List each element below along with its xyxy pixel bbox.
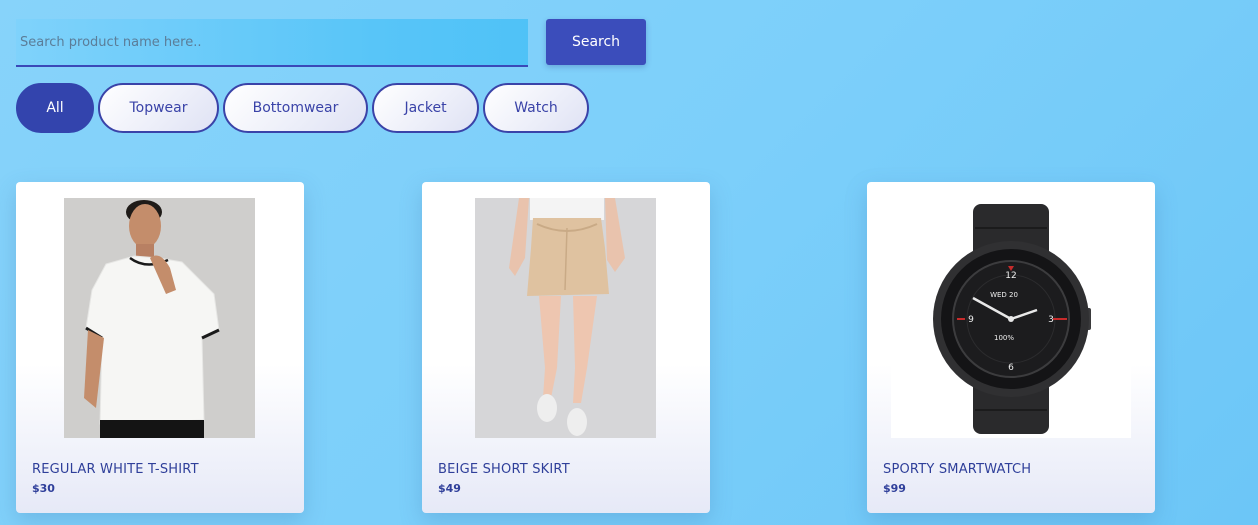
- product-image-tshirt: [64, 198, 255, 438]
- product-card[interactable]: BEIGE SHORT SKIRT $49: [422, 182, 710, 513]
- filter-jacket[interactable]: Jacket: [372, 83, 479, 133]
- filter-topwear[interactable]: Topwear: [98, 83, 219, 133]
- watch-numeral-6: 6: [1008, 363, 1014, 373]
- filter-bottomwear[interactable]: Bottomwear: [223, 83, 368, 133]
- product-title: REGULAR WHITE T-SHIRT: [32, 462, 199, 477]
- product-card[interactable]: 12 3 6 9 WED 20 100% SPORTY SMARTWATCH $…: [867, 182, 1155, 513]
- product-price: $49: [438, 482, 461, 495]
- watch-battery: 100%: [994, 334, 1014, 342]
- product-price: $99: [883, 482, 906, 495]
- product-card[interactable]: REGULAR WHITE T-SHIRT $30: [16, 182, 304, 513]
- tshirt-model-illustration: [64, 198, 255, 438]
- watch-date: WED 20: [990, 291, 1018, 299]
- watch-numeral-3: 3: [1048, 315, 1054, 325]
- search-bar: [16, 19, 528, 67]
- product-image-smartwatch: 12 3 6 9 WED 20 100%: [891, 198, 1131, 438]
- skirt-model-illustration: [475, 198, 656, 438]
- product-price: $30: [32, 482, 55, 495]
- product-title: BEIGE SHORT SKIRT: [438, 462, 570, 477]
- product-title: SPORTY SMARTWATCH: [883, 462, 1032, 477]
- watch-numeral-12: 12: [1005, 271, 1016, 281]
- smartwatch-illustration: 12 3 6 9 WED 20 100%: [891, 198, 1131, 438]
- category-filters: All Topwear Bottomwear Jacket Watch: [16, 83, 589, 133]
- search-input[interactable]: [16, 19, 528, 67]
- filter-watch[interactable]: Watch: [483, 83, 589, 133]
- watch-numeral-9: 9: [968, 315, 974, 325]
- filter-all[interactable]: All: [16, 83, 94, 133]
- search-button[interactable]: Search: [546, 19, 646, 65]
- product-image-skirt: [475, 198, 656, 438]
